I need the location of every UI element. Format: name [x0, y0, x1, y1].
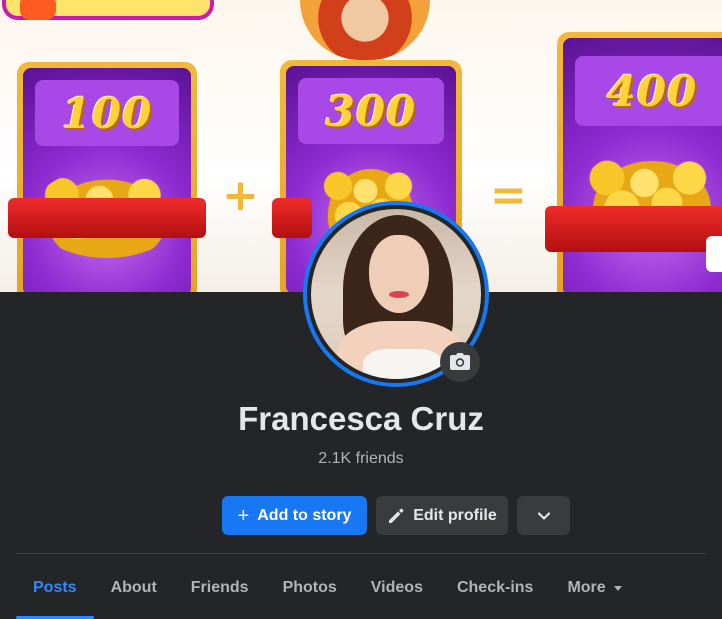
- add-to-story-label: Add to story: [257, 506, 352, 524]
- tab-label: More: [567, 579, 606, 596]
- camera-icon: [450, 353, 470, 370]
- tab-videos[interactable]: Videos: [354, 566, 440, 610]
- profile-name: Francesca Cruz: [238, 400, 484, 437]
- plus-icon: +: [237, 504, 250, 527]
- tab-posts[interactable]: Posts: [16, 566, 94, 619]
- card-ribbon: [545, 206, 722, 252]
- pencil-icon: [389, 508, 404, 523]
- chevron-down-icon: [537, 511, 550, 520]
- coin-card-value: 100: [35, 80, 179, 146]
- section-divider: [16, 553, 706, 554]
- plus-operator: +: [222, 170, 259, 221]
- equals-operator: =: [490, 170, 527, 221]
- add-to-story-button[interactable]: + Add to story: [222, 496, 367, 535]
- cover-mascot-image: [300, 0, 430, 60]
- tab-label: Posts: [33, 579, 77, 596]
- tab-label: Photos: [282, 579, 337, 596]
- coin-card-value: 400: [575, 56, 722, 126]
- tab-label: Check-ins: [456, 579, 534, 596]
- card-ribbon: [8, 198, 206, 238]
- coin-card: 100: [17, 62, 197, 292]
- edit-profile-button[interactable]: Edit profile: [376, 496, 508, 535]
- edit-profile-label: Edit profile: [413, 506, 497, 524]
- caret-down-icon: [613, 585, 622, 591]
- tab-check-ins[interactable]: Check-ins: [440, 566, 550, 610]
- card-ribbon: [272, 198, 312, 238]
- coin-card-value: 300: [298, 78, 444, 144]
- tab-friends[interactable]: Friends: [174, 566, 266, 610]
- profile-tabs: Posts About Friends Photos Videos Check-…: [16, 566, 639, 619]
- tab-more[interactable]: More: [550, 566, 638, 610]
- tab-label: About: [110, 579, 157, 596]
- tab-label: Friends: [190, 579, 249, 596]
- tab-about[interactable]: About: [94, 566, 174, 610]
- tab-label: Videos: [370, 579, 423, 596]
- edit-cover-button[interactable]: [706, 236, 722, 272]
- coin-card: 400: [557, 32, 722, 292]
- profile-more-options-button[interactable]: [517, 496, 570, 535]
- friends-count-link[interactable]: 2.1K friends: [0, 450, 722, 468]
- update-profile-picture-button[interactable]: [440, 342, 480, 382]
- cover-promo-banner: [2, 0, 214, 20]
- tab-photos[interactable]: Photos: [266, 566, 354, 610]
